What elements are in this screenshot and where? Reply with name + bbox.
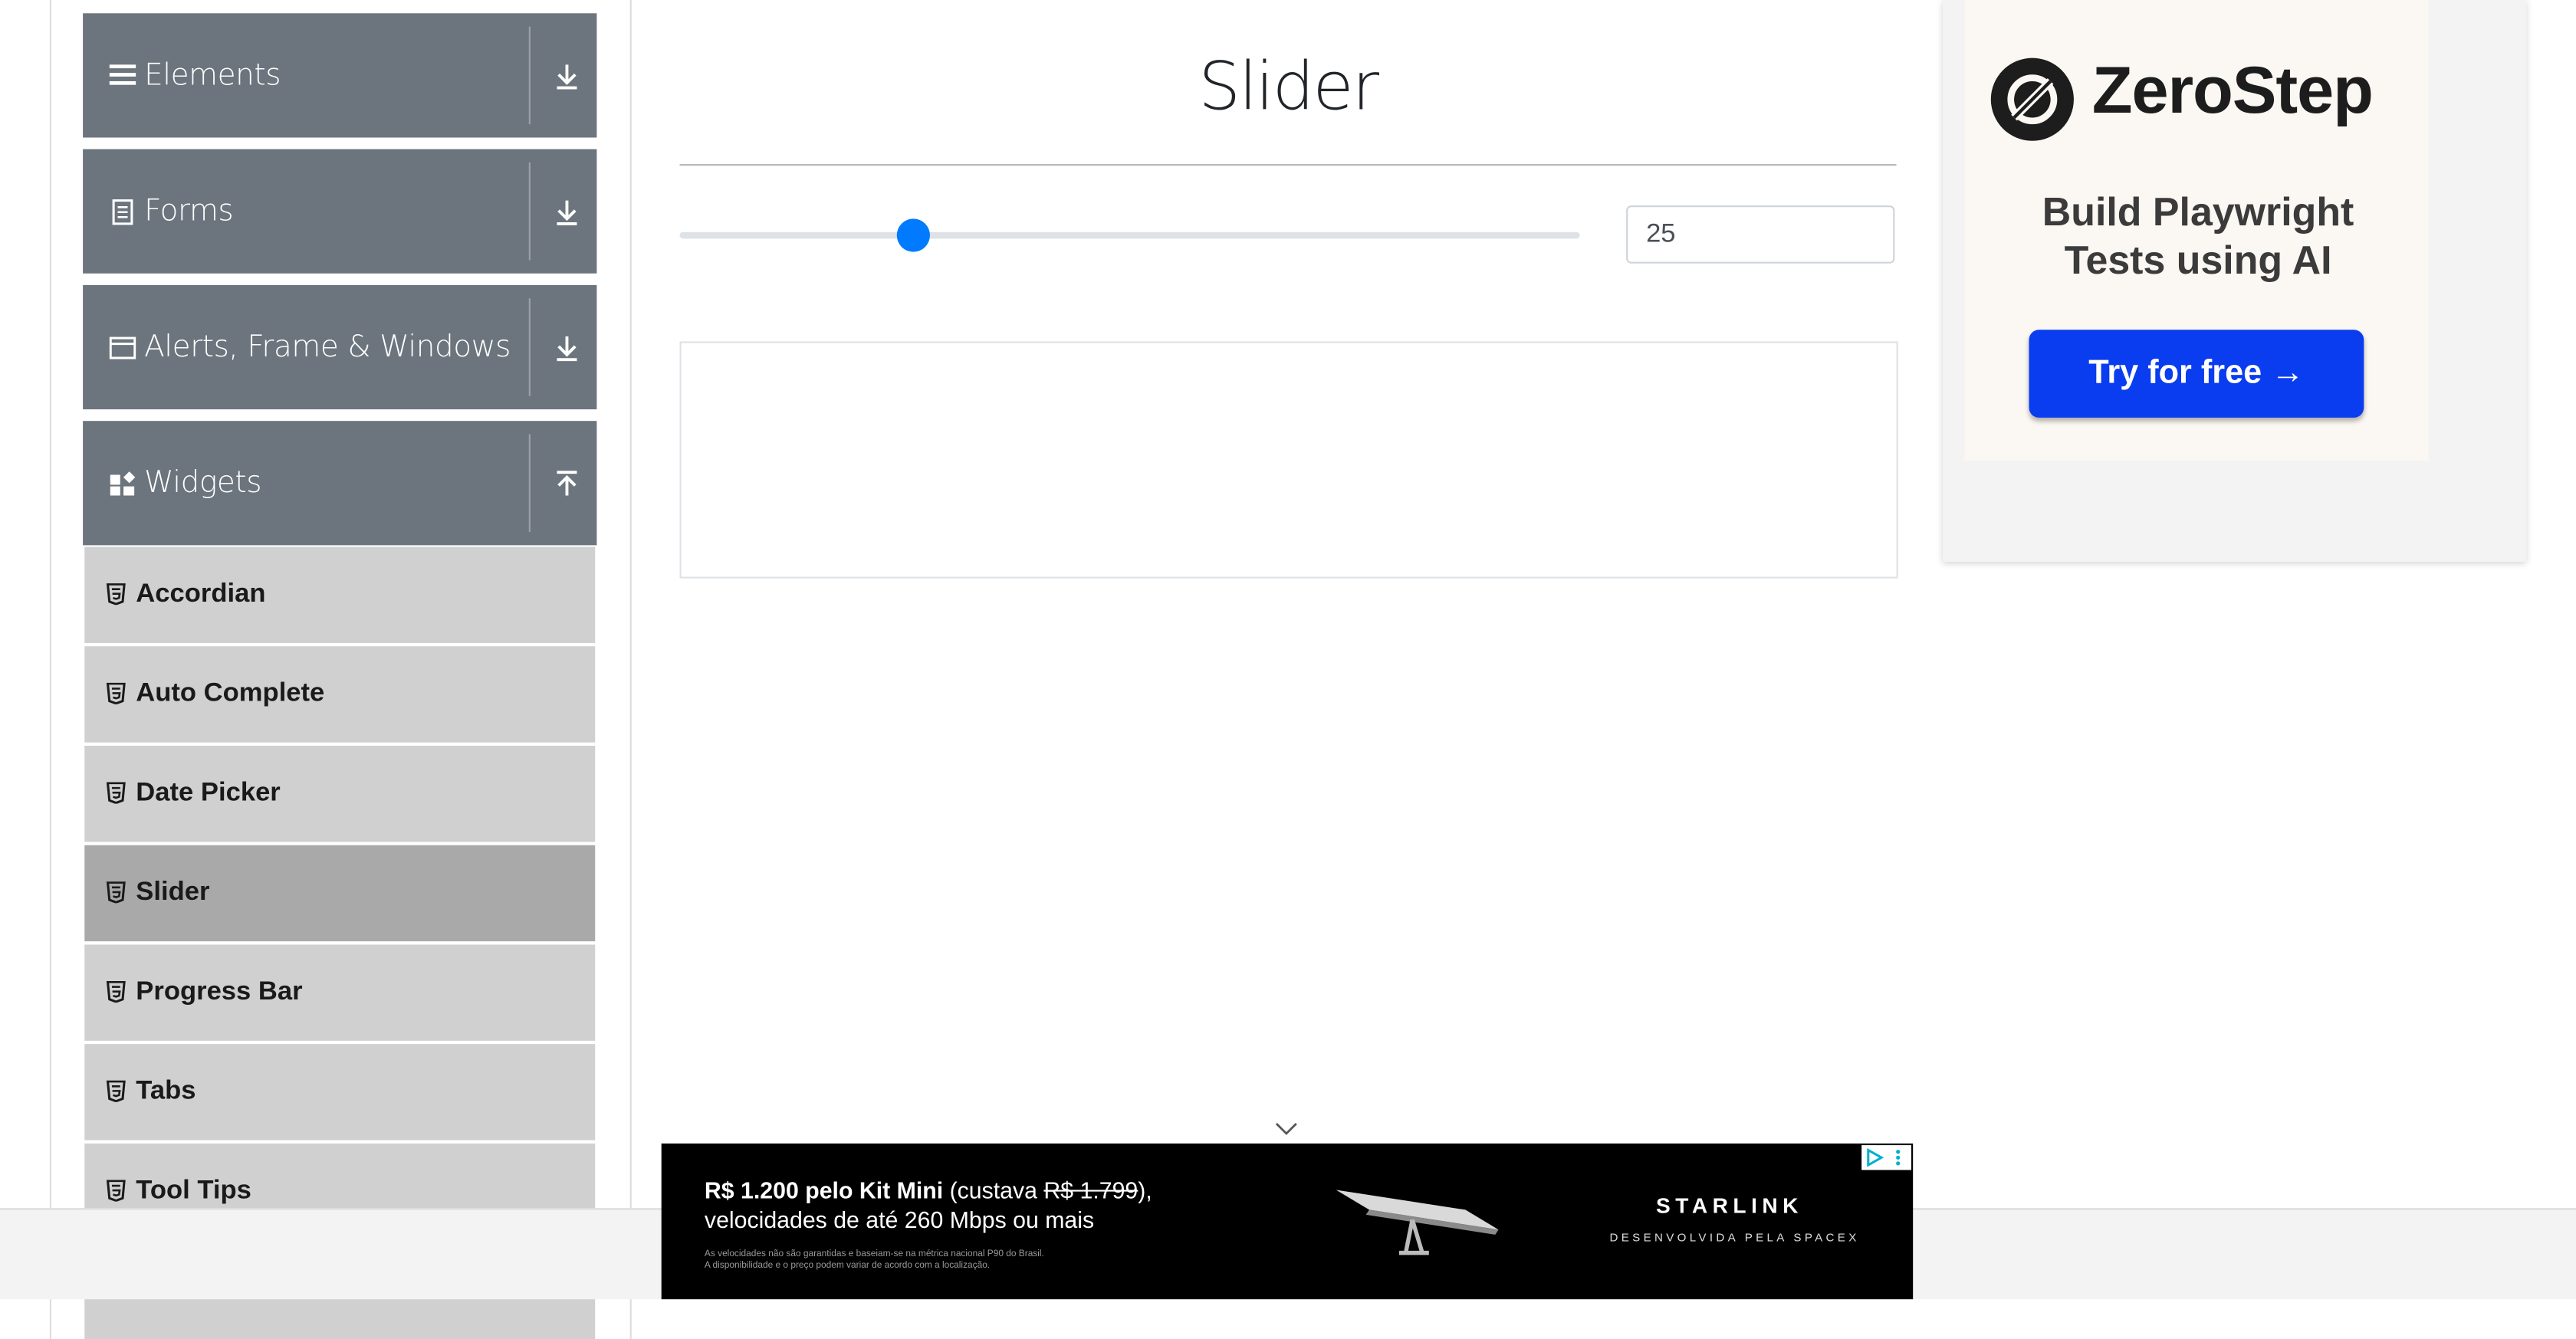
sidebar-group-label: Elements — [144, 57, 281, 94]
sidebar-item-label: Auto Complete — [136, 679, 325, 708]
content-panel — [679, 341, 1898, 579]
sidebar-group-label: Widgets — [144, 465, 262, 500]
sidebar-group-forms[interactable]: Forms — [83, 149, 597, 274]
ad-headline-old-price: R$ 1.799 — [1043, 1177, 1138, 1203]
divider — [528, 26, 531, 125]
sidebar-group-widgets[interactable]: Widgets — [83, 421, 597, 546]
upload-arrow-icon[interactable] — [554, 469, 580, 499]
zerostep-ad[interactable]: ZeroStep Build Playwright Tests using AI… — [1943, 0, 2527, 562]
hamburger-icon — [109, 64, 136, 85]
document-icon — [112, 199, 133, 225]
download-arrow-icon[interactable] — [554, 197, 580, 227]
slider-thumb[interactable] — [896, 218, 930, 252]
chevron-down-icon[interactable] — [1275, 1121, 1298, 1137]
ad-choices-icon[interactable] — [1861, 1145, 1912, 1170]
sidebar-group-label: Forms — [144, 193, 234, 229]
starlink-ad[interactable]: R$ 1.200 pelo Kit Mini (custava R$ 1.799… — [661, 1143, 1914, 1300]
html5-icon — [106, 1080, 126, 1102]
page-title: Slider — [1198, 49, 1379, 126]
starlink-subtitle: DESENVOLVIDA PELA SPACEX — [1609, 1232, 1860, 1245]
sidebar-group-alerts[interactable]: Alerts, Frame & Windows — [83, 284, 597, 410]
sidebar-group-elements[interactable]: Elements — [83, 13, 597, 138]
ad-info-icon — [1867, 1147, 1901, 1167]
html5-icon — [106, 881, 126, 904]
ad-subline: velocidades de até 260 Mbps ou mais — [704, 1206, 1095, 1233]
try-for-free-button[interactable]: Try for free → — [2029, 330, 2364, 418]
ad-headline: R$ 1.200 pelo Kit Mini (custava R$ 1.799… — [705, 1177, 1152, 1203]
ad-headline-end: ), — [1138, 1177, 1152, 1203]
ad-headline-mid: (custava — [943, 1177, 1044, 1203]
sidebar-item-label: Date Picker — [136, 779, 281, 807]
window-icon — [109, 336, 136, 359]
widgets-icon — [110, 471, 136, 496]
ad-tagline: Build Playwright Tests using AI — [1980, 189, 2417, 284]
starlink-dish-image — [1336, 1190, 1499, 1255]
ad-tagline-line: Build Playwright — [2042, 190, 2354, 236]
ad-tagline-line: Tests using AI — [2064, 238, 2332, 284]
sidebar-item-label: Slider — [136, 878, 210, 907]
html5-icon — [106, 782, 126, 804]
slider-value-field[interactable]: 25 — [1626, 205, 1895, 264]
divider — [528, 162, 531, 261]
ad-fine-print: A disponibilidade e o preço podem variar… — [704, 1261, 991, 1272]
title-divider — [679, 164, 1897, 166]
ad-brand: ZeroStep — [2091, 54, 2374, 128]
sidebar-right-border — [629, 0, 632, 1339]
sidebar-item-accordian[interactable]: Accordian — [84, 546, 596, 643]
ad-headline-bold: R$ 1.200 pelo Kit Mini — [704, 1177, 944, 1203]
sidebar-item-slider[interactable]: Slider — [84, 845, 596, 942]
sidebar-item-date-picker[interactable]: Date Picker — [84, 745, 596, 842]
ad-fine-print: As velocidades não são garantidas e base… — [704, 1249, 1044, 1260]
slider-track[interactable] — [679, 231, 1580, 239]
sidebar-item-label: Accordian — [136, 579, 266, 609]
sidebar-item-label: Progress Bar — [136, 977, 303, 1006]
divider — [528, 434, 531, 533]
sidebar-item-auto-complete[interactable]: Auto Complete — [84, 646, 596, 743]
zerostep-logo-icon — [1990, 57, 2074, 141]
html5-icon — [106, 583, 126, 606]
download-arrow-icon[interactable] — [554, 61, 580, 91]
sidebar-left-border — [49, 0, 52, 1339]
sidebar-group-label: Alerts, Frame & Windows — [144, 330, 511, 365]
starlink-brand: STARLINK — [1656, 1193, 1803, 1219]
sidebar-item-tabs[interactable]: Tabs — [84, 1044, 596, 1140]
html5-icon — [106, 981, 126, 1003]
download-arrow-icon[interactable] — [554, 333, 580, 363]
sidebar-item-label: Tabs — [136, 1077, 196, 1106]
html5-icon — [106, 1180, 126, 1202]
sidebar-item-progress-bar[interactable]: Progress Bar — [84, 944, 596, 1041]
divider — [528, 298, 531, 396]
page: Elements Forms Alerts, Frame & Windows W… — [0, 0, 2576, 1339]
html5-icon — [106, 682, 126, 704]
